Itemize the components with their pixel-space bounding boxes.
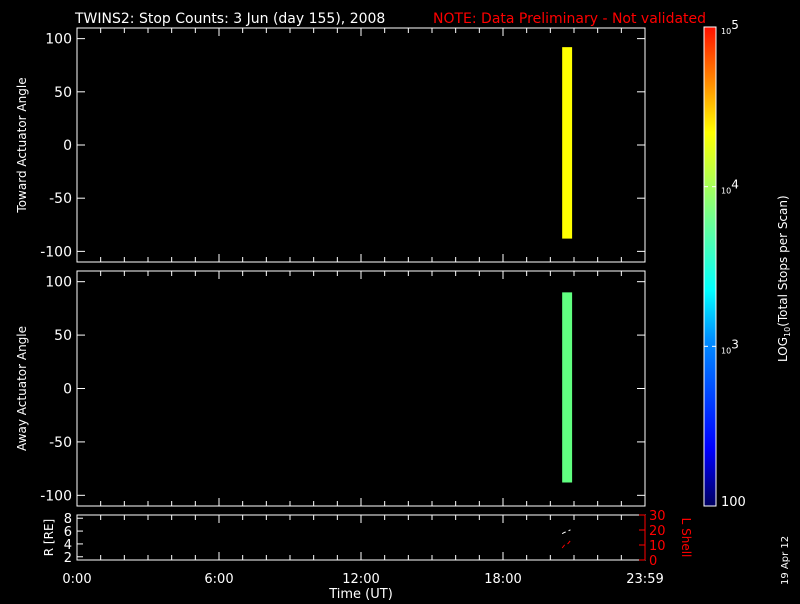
x-tick-label: 6:00: [204, 572, 233, 587]
r-series-line: [561, 529, 571, 535]
x-axis-label: Time (UT): [328, 587, 393, 600]
y-tick-label: 0: [63, 382, 72, 398]
heatmap-cell: [562, 47, 573, 239]
toward-panel-frame: [76, 27, 646, 263]
y2-tick-label: 20: [649, 524, 666, 539]
r-axis-label: R [RE]: [42, 519, 56, 556]
x-tick-label: 0:00: [62, 572, 91, 587]
l-shell-series-line: [561, 540, 571, 549]
y-tick-label: -50: [49, 435, 72, 451]
l-shell-axis-label: L Shell: [679, 518, 693, 558]
away-panel-frame: [76, 270, 646, 507]
y-tick-label: 50: [54, 85, 72, 101]
colorbar-min-label: 100: [721, 495, 746, 510]
y-tick-label: -50: [49, 191, 72, 207]
colorbar-tick-label: 105: [721, 18, 739, 36]
colorbar-tick-label: 104: [721, 178, 739, 196]
chart: TWINS2: Stop Counts: 3 Jun (day 155), 20…: [15, 11, 792, 602]
away-y-axis-label: Away Actuator Angle: [15, 326, 29, 451]
y-tick-label: -100: [40, 244, 72, 260]
toward-y-axis-label: Toward Actuator Angle: [15, 77, 29, 213]
y-tick-label: 0: [63, 138, 72, 154]
colorbar-label: LOG10(Total Stops per Scan): [776, 195, 792, 362]
y2-tick-label: 30: [649, 509, 666, 524]
heatmap-cell: [562, 292, 573, 483]
y-tick-label: 2: [64, 551, 72, 566]
y-tick-label: 50: [54, 328, 72, 344]
colorbar-tick-label: 103: [721, 337, 739, 355]
chart-title: TWINS2: Stop Counts: 3 Jun (day 155), 20…: [74, 11, 385, 27]
x-tick-label: 23:59: [626, 572, 663, 587]
x-tick-label: 12:00: [342, 572, 379, 587]
x-tick-label: 18:00: [484, 572, 521, 587]
y-tick-label: 100: [45, 275, 72, 291]
y-tick-label: 100: [45, 32, 72, 48]
y2-tick-label: 0: [649, 554, 657, 569]
y-tick-label: -100: [40, 488, 72, 504]
preliminary-note: NOTE: Data Preliminary - Not validated: [433, 11, 706, 27]
date-stamp: 19 Apr 12: [780, 536, 791, 585]
colorbar: [703, 26, 717, 507]
y2-tick-label: 10: [649, 539, 666, 554]
